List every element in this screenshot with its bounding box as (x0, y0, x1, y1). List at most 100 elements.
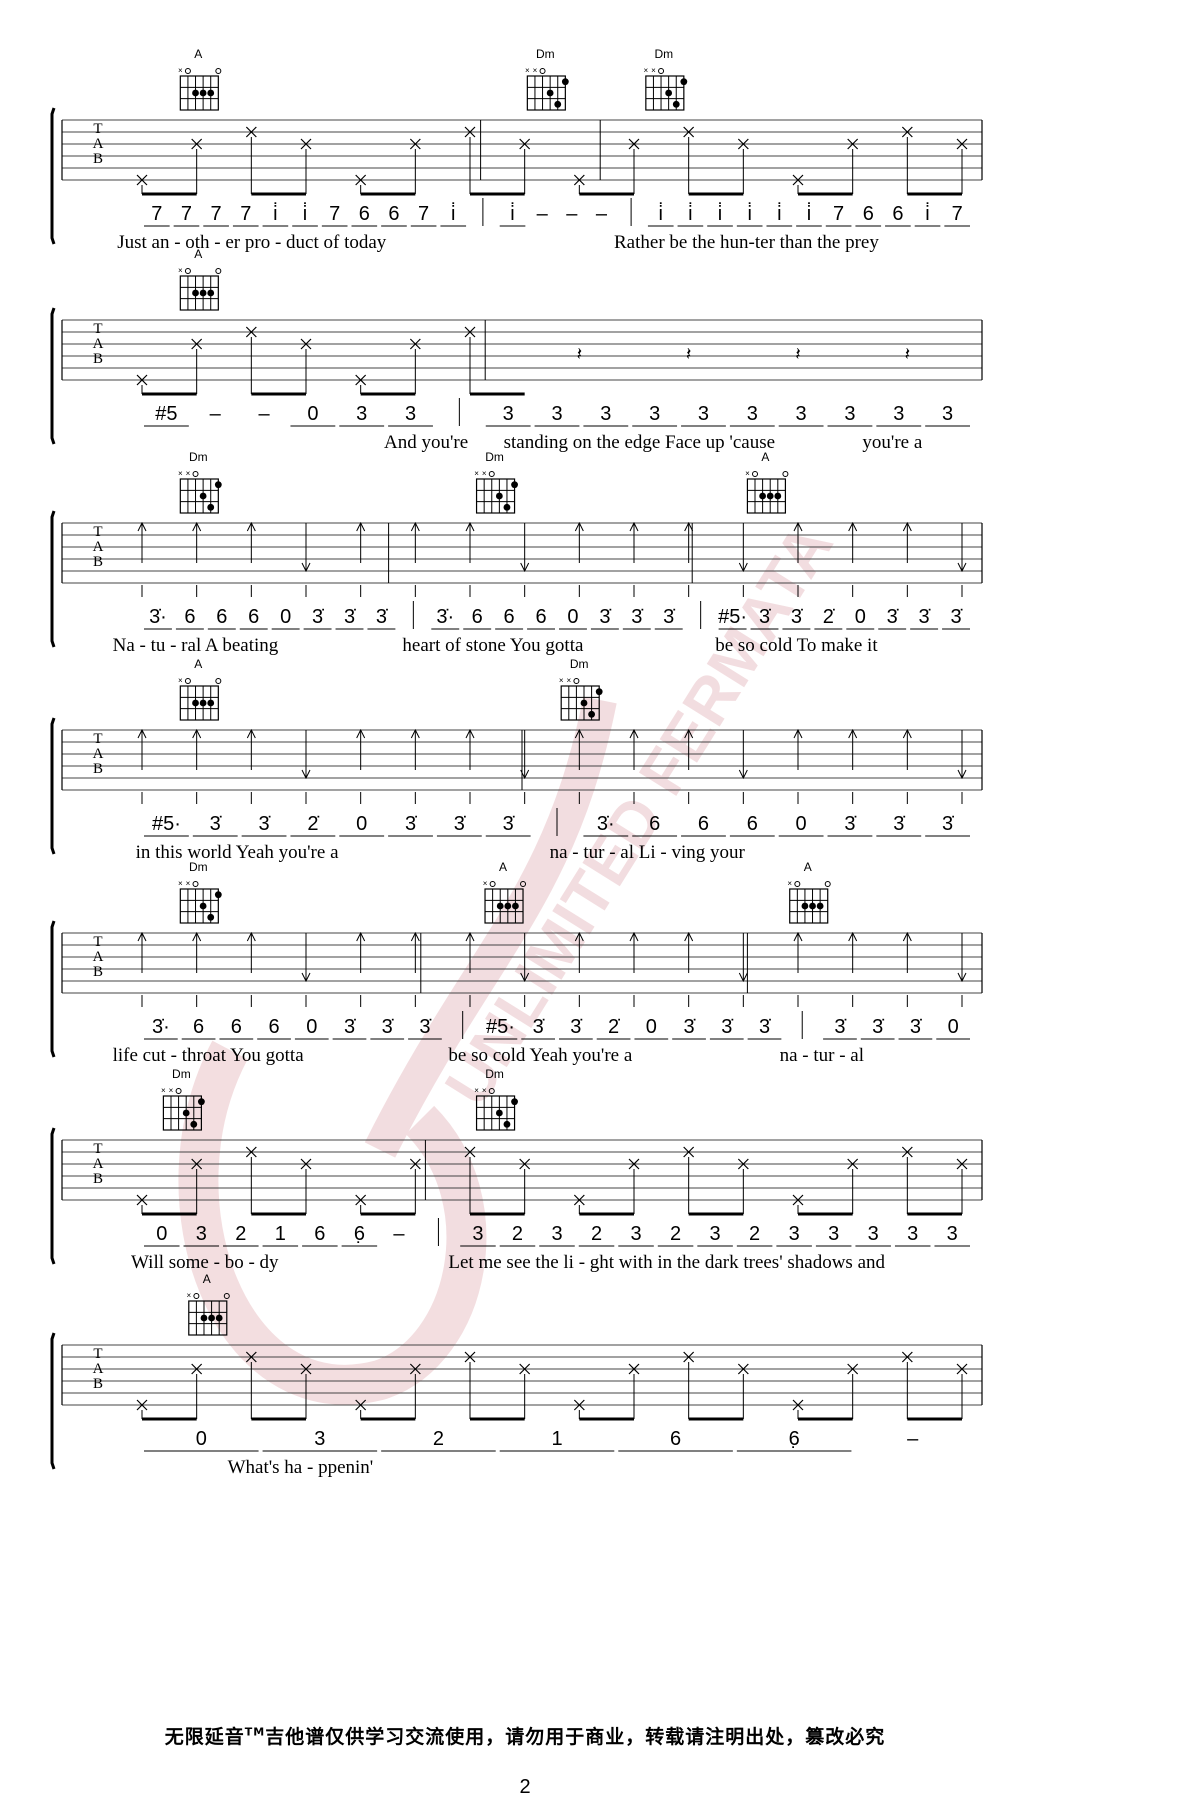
mute-marker: × (161, 1086, 166, 1095)
tab-clef-letter: A (93, 336, 104, 352)
lyric-line: And you're (384, 432, 468, 453)
lyric-line: life cut - throat You gotta (113, 1045, 305, 1066)
tab-clef-letter: B (93, 1376, 103, 1392)
finger-dot (554, 100, 562, 108)
finger-dot (215, 1314, 223, 1322)
mute-marker: × (787, 879, 792, 888)
finger-dot (197, 1098, 205, 1106)
lyric-line: Na - tu - ral A beating (113, 635, 279, 656)
mute-marker: × (178, 676, 183, 685)
jianpu-note: 3̇ (919, 606, 931, 628)
finger-dot (214, 481, 222, 489)
jianpu-note: 7 (151, 203, 162, 225)
open-marker (184, 68, 191, 74)
jianpu-note: 3 (600, 403, 611, 425)
jianpu-note: 6 (863, 203, 874, 225)
open-marker (184, 268, 191, 274)
tab-clef-letter: A (93, 1361, 104, 1377)
mute-marker: × (566, 676, 571, 685)
open-marker (658, 68, 665, 74)
lyric-line: in this world Yeah you're a (136, 842, 339, 863)
open-marker (175, 1088, 182, 1094)
jianpu-note: #5· (152, 813, 181, 835)
lyric-line: Just an - oth - er pro - duct of today (117, 232, 387, 253)
open-marker (215, 268, 222, 274)
chord-name: Dm (485, 1067, 504, 1081)
jianpu-note: 6 (504, 606, 515, 628)
open-marker (794, 881, 801, 887)
chord-name: A (194, 247, 202, 261)
finger-dot (182, 1109, 190, 1117)
jianpu-note: i̇ (747, 203, 751, 225)
jianpu-note: 0 (196, 1428, 207, 1450)
finger-dot (192, 699, 199, 707)
jianpu-note: 6 (248, 606, 259, 628)
jianpu-note: 2̇ (823, 606, 835, 628)
tab-clef-letter: T (93, 121, 102, 137)
finger-dot (580, 699, 588, 707)
chord-name: Dm (485, 450, 504, 464)
mute-marker: × (525, 66, 530, 75)
jianpu-note: 0 (855, 606, 866, 628)
finger-dot (207, 913, 215, 921)
jianpu-note: 0 (306, 1016, 317, 1038)
finger-dot (672, 100, 680, 108)
jianpu-note: 6̣ (789, 1428, 800, 1450)
system-bracket (50, 107, 56, 245)
jianpu-note: 3̇ (893, 813, 905, 835)
jianpu-note: 2̇ (307, 813, 319, 835)
jianpu-note: 3 (789, 1223, 800, 1245)
chord-diagram-a: A× (178, 47, 222, 111)
finger-dot (495, 1109, 503, 1117)
jianpu-note: 6 (649, 813, 660, 835)
jianpu-note: 0 (280, 606, 291, 628)
jianpu-note: 3 (698, 403, 709, 425)
system-2: TABA×𝄽 𝄽 𝄽 𝄽#5– –0 3 3 3 3 3 3 3 3 3 3 3 3And you're stan… (50, 247, 983, 453)
jianpu-note: 3̇ (382, 1016, 394, 1038)
finger-dot (588, 710, 595, 718)
jianpu-note: 2 (235, 1223, 246, 1245)
jianpu-note: 7 (833, 203, 844, 225)
finger-dot (809, 902, 816, 910)
open-marker (824, 881, 831, 887)
tab-clef-letter: B (93, 554, 103, 570)
jianpu-note: 3̇ (210, 813, 222, 835)
lyric-line: be so cold To make it (715, 635, 878, 656)
jianpu-note: 3̇ (721, 1016, 733, 1038)
open-marker (782, 471, 789, 477)
jianpu-note: 6 (268, 1016, 279, 1038)
jianpu-note: 7 (329, 203, 340, 225)
jianpu-note: – (210, 403, 222, 425)
jianpu-note: 3̇ (405, 813, 417, 835)
jianpu-note: 7 (181, 203, 192, 225)
copyright-footer: 无限延音TM吉他谱仅供学习交流使用，请勿用于商业，转载请注明出处，篡改必究 (0, 1722, 1050, 1749)
chord-diagram-dm: Dm × × (178, 860, 222, 924)
open-marker (192, 881, 199, 887)
chord-name: A (203, 1272, 211, 1286)
jianpu-note: 3̇ (599, 606, 611, 628)
jianpu-note: 3 (828, 1223, 839, 1245)
open-marker (539, 68, 546, 74)
jianpu-note: 3 (868, 1223, 879, 1245)
system-4: TABA×Dm× ×#5· 3̇ 3̇ 2̇ 0 3̇ 3̇ 3̇ 3̇· 6 6 6 0 3̇ 3̇ 3̇in… (50, 657, 983, 863)
tab-clef-letter: A (93, 539, 104, 555)
mute-marker: × (178, 879, 183, 888)
jianpu-note: 6 (472, 606, 483, 628)
jianpu-note: 1 (551, 1428, 562, 1450)
open-marker (215, 678, 222, 684)
tab-clef-letter: T (93, 731, 102, 747)
finger-dot (495, 492, 503, 500)
jianpu-note: – (566, 203, 578, 225)
jianpu-note: 3̇· (149, 606, 167, 628)
finger-dot (546, 89, 554, 97)
jianpu-note: 3̇ (454, 813, 466, 835)
finger-dot (680, 78, 688, 86)
mute-marker: × (644, 66, 649, 75)
footer-notice: 吉他谱仅供学习交流使用，请勿用于商业，转载请注明出处，篡改必究 (265, 1726, 886, 1748)
jianpu-note: 3̇ (942, 813, 954, 835)
jianpu-note: 7 (952, 203, 963, 225)
jianpu-note: 3̇ (759, 606, 771, 628)
quarter-rest: 𝄽 (686, 344, 692, 364)
jianpu-note: 3 (503, 403, 514, 425)
finger-dot (595, 688, 603, 696)
